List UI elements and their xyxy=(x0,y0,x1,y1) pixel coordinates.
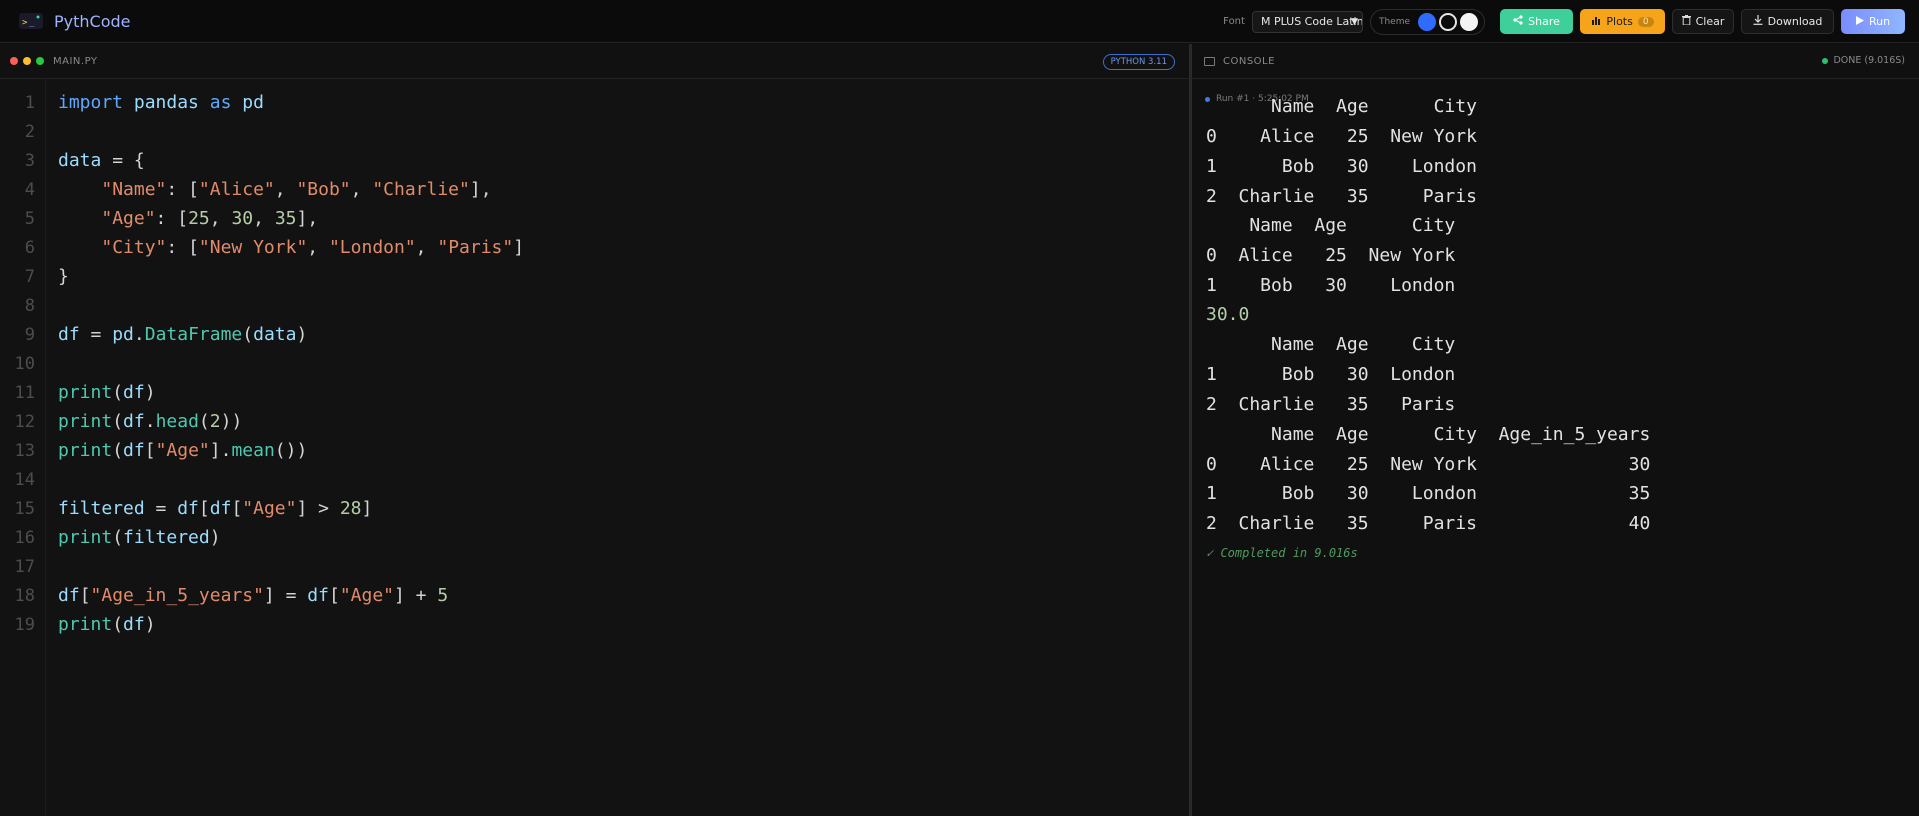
code-line: } xyxy=(58,266,69,287)
share-label: Share xyxy=(1528,15,1560,28)
window-dot-red xyxy=(10,57,18,65)
code-line: print(df["Age"].mean()) xyxy=(58,440,308,461)
run-status: DONE (9.016S) xyxy=(1822,55,1905,66)
console-pane: CONSOLE DONE (9.016S) Run #1 · 5:25:02 P… xyxy=(1192,44,1919,816)
console-output-line: Name Age City xyxy=(1206,215,1456,236)
font-select-value: M PLUS Code Latin xyxy=(1260,15,1363,28)
code-editor-pane: MAIN.PY PYTHON 3.11 1 2 3 4 5 6 7 8 9 10… xyxy=(0,44,1189,816)
svg-text:>: > xyxy=(22,18,28,28)
svg-text:_: _ xyxy=(29,18,35,28)
code-line: "City": ["New York", "London", "Paris"] xyxy=(101,237,525,258)
console-output-line: 1 Bob 30 London xyxy=(1206,364,1456,385)
code-line: "Name": ["Alice", "Bob", "Charlie"], xyxy=(101,179,492,200)
code-line: print(filtered) xyxy=(58,527,221,548)
line-number: 19 xyxy=(14,615,35,635)
console-output-line: 1 Bob 30 London xyxy=(1206,275,1456,296)
console-output-line: 30.0 xyxy=(1206,304,1250,325)
code-line: "Age": [25, 30, 35], xyxy=(101,208,319,229)
line-number: 9 xyxy=(24,325,35,345)
terminal-icon xyxy=(1204,56,1215,66)
run-button[interactable]: Run xyxy=(1841,9,1905,34)
trash-icon xyxy=(1681,15,1691,28)
code-area[interactable]: 1 2 3 4 5 6 7 8 9 10 11 12 13 14 15 16 1… xyxy=(0,79,1189,815)
completed-message: ✓ Completed in 9.016s xyxy=(1206,546,1358,560)
console-output-line: Name Age City xyxy=(1206,334,1456,355)
top-bar: > _ PythCode Font M PLUS Code Latin ▼ Th… xyxy=(0,0,1919,43)
console-output-line: 2 Charlie 35 Paris xyxy=(1206,186,1477,207)
line-number: 1 xyxy=(24,93,35,113)
window-dot-yellow xyxy=(23,57,31,65)
line-number: 2 xyxy=(24,122,35,142)
console-title: CONSOLE xyxy=(1223,55,1275,67)
code-line: print(df) xyxy=(58,614,156,635)
code-line: import pandas as pd xyxy=(58,92,264,113)
code-line: print(df.head(2)) xyxy=(58,411,243,432)
share-icon xyxy=(1513,15,1523,28)
line-number: 3 xyxy=(24,151,35,171)
line-number: 16 xyxy=(14,528,35,548)
line-number: 4 xyxy=(24,180,35,200)
code-line: data = { xyxy=(58,150,145,171)
line-number: 10 xyxy=(14,354,35,374)
code-line: filtered = df[df["Age"] > 28] xyxy=(58,498,373,519)
language-badge: PYTHON 3.11 xyxy=(1102,54,1175,70)
theme-swatch-light[interactable] xyxy=(1460,12,1478,31)
console-output-line: 2 Charlie 35 Paris 40 xyxy=(1206,513,1651,534)
plots-button[interactable]: Plots 0 xyxy=(1580,9,1665,34)
console-output-line: 2 Charlie 35 Paris xyxy=(1206,394,1456,415)
line-number: 14 xyxy=(14,470,35,490)
code-line: df = pd.DataFrame(data) xyxy=(58,324,308,345)
console-header: CONSOLE DONE (9.016S) xyxy=(1192,44,1919,79)
clear-label: Clear xyxy=(1695,15,1725,28)
code-line: df["Age_in_5_years"] = df["Age"] + 5 xyxy=(58,585,449,606)
chevron-down-icon: ▼ xyxy=(1351,16,1358,27)
console-output-line: 1 Bob 30 London 35 xyxy=(1206,483,1651,504)
code-line: print(df) xyxy=(58,382,156,403)
theme-swatch-dark[interactable] xyxy=(1439,12,1457,31)
console-output-line: 0 Alice 25 New York xyxy=(1206,245,1456,266)
file-name: MAIN.PY xyxy=(53,55,98,67)
download-icon xyxy=(1753,15,1763,28)
theme-picker: Theme xyxy=(1369,8,1485,35)
run-status-text: DONE (9.016S) xyxy=(1833,55,1905,66)
font-select[interactable]: M PLUS Code Latin ▼ xyxy=(1251,10,1363,33)
plots-count-badge: 0 xyxy=(1637,16,1654,27)
plots-label: Plots xyxy=(1606,15,1633,28)
app-title: PythCode xyxy=(54,11,131,31)
line-number-gutter: 1 2 3 4 5 6 7 8 9 10 11 12 13 14 15 16 1… xyxy=(0,79,46,815)
run-label: Run xyxy=(1868,15,1891,28)
line-number: 15 xyxy=(14,499,35,519)
play-icon xyxy=(1855,15,1864,28)
line-number: 6 xyxy=(24,238,35,258)
line-number: 12 xyxy=(14,412,35,432)
download-button[interactable]: Download xyxy=(1741,9,1834,34)
line-number: 7 xyxy=(24,267,35,287)
share-button[interactable]: Share xyxy=(1500,9,1573,34)
console-output-line: 1 Bob 30 London xyxy=(1206,156,1477,177)
theme-label: Theme xyxy=(1378,16,1410,27)
console-output-line: 0 Alice 25 New York xyxy=(1206,126,1477,147)
line-number: 5 xyxy=(24,209,35,229)
download-label: Download xyxy=(1767,15,1823,28)
window-dot-green xyxy=(36,57,44,65)
theme-swatch-blue[interactable] xyxy=(1418,12,1436,31)
editor-header: MAIN.PY PYTHON 3.11 xyxy=(0,44,1189,79)
line-number: 17 xyxy=(14,557,35,577)
line-number: 13 xyxy=(14,441,35,461)
bar-chart-icon xyxy=(1591,15,1601,28)
line-number: 11 xyxy=(14,383,35,403)
status-dot xyxy=(1822,57,1829,64)
line-number: 8 xyxy=(24,296,35,316)
line-number: 18 xyxy=(14,586,35,606)
logo-icon: > _ xyxy=(16,10,46,32)
app-logo[interactable]: > _ PythCode xyxy=(16,10,131,32)
clear-button[interactable]: Clear xyxy=(1672,9,1734,34)
font-label: Font xyxy=(1223,16,1245,27)
console-output-line: Name Age City Age_in_5_years xyxy=(1206,424,1651,445)
console-output-line: 0 Alice 25 New York 30 xyxy=(1206,454,1651,475)
console-output-line: Name Age City xyxy=(1206,96,1477,117)
